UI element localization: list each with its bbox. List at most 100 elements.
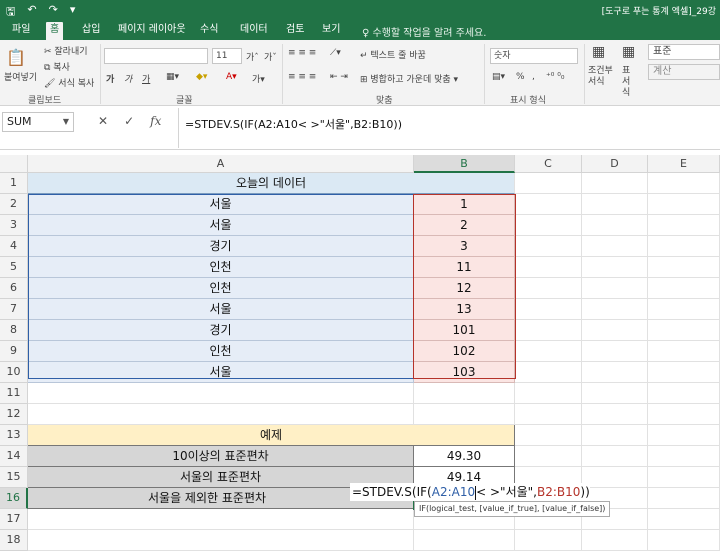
grid-cell[interactable] [648,446,720,467]
accounting-icon[interactable]: ▤▾ [492,72,505,82]
fill-color-icon[interactable]: ◆▾ [196,72,207,82]
tell-me-box[interactable]: ♀ 수행할 작업을 알려 주세요. [362,24,486,39]
grid-cell[interactable] [582,446,648,467]
bold-button[interactable]: 가 [106,72,114,85]
row-header-1[interactable]: 1 [0,173,28,194]
region-cell[interactable]: 서울 [28,215,414,236]
row-header-18[interactable]: 18 [0,530,28,551]
region-cell[interactable]: 서울 [28,194,414,215]
grid-cell[interactable] [515,425,582,446]
column-header-d[interactable]: D [582,155,648,173]
grid-cell[interactable] [582,236,648,257]
row-header-14[interactable]: 14 [0,446,28,467]
number-format-select[interactable]: 숫자 [490,48,578,64]
grid-cell[interactable] [648,530,720,551]
paste-button[interactable]: 붙여넣기 [4,70,37,83]
font-color-icon[interactable]: A▾ [226,72,237,82]
tab-view[interactable]: 보기 [318,23,344,40]
row-header-6[interactable]: 6 [0,278,28,299]
style-normal[interactable]: 표준 [648,44,720,60]
grid-cell[interactable] [515,278,582,299]
percent-button[interactable]: % [516,72,525,82]
grid-cell[interactable] [515,362,582,383]
row-header-5[interactable]: 5 [0,257,28,278]
align-top-icon[interactable]: ≡ ≡ ≡ [288,48,316,58]
grid-cell[interactable] [515,446,582,467]
format-painter-button[interactable]: 🖌 서식 복사 [44,76,94,89]
row-header-17[interactable]: 17 [0,509,28,530]
grid-cell[interactable] [515,404,582,425]
grid-cell[interactable] [582,341,648,362]
region-cell[interactable]: 서울 [28,362,414,383]
cut-button[interactable]: ✂ 잘라내기 [44,44,88,57]
grid-cell[interactable] [648,425,720,446]
grid-cell[interactable] [414,383,515,404]
row-header-11[interactable]: 11 [0,383,28,404]
grid-cell[interactable] [582,383,648,404]
grid-cell[interactable] [648,257,720,278]
value-cell[interactable]: 12 [414,278,515,299]
grid-cell[interactable] [515,173,582,194]
comma-button[interactable]: , [532,72,535,82]
table-format-button[interactable]: 표 서식 [622,66,638,99]
tab-review[interactable]: 검토 [282,23,308,40]
copy-button[interactable]: ⧉ 복사 [44,60,70,73]
grid-cell[interactable] [648,299,720,320]
grid-cell[interactable] [515,299,582,320]
row-header-3[interactable]: 3 [0,215,28,236]
grid-cell[interactable] [515,215,582,236]
underline-button[interactable]: 가 [142,72,150,85]
row-header-9[interactable]: 9 [0,341,28,362]
grid-cell[interactable] [648,509,720,530]
indent-icon[interactable]: ⇤ ⇥ [330,72,348,82]
tab-insert[interactable]: 삽입 [78,23,104,40]
grid-cell[interactable] [582,530,648,551]
tab-home[interactable]: 홈 [46,22,64,40]
phonetic-icon[interactable]: 가▾ [252,72,265,85]
grid-cell[interactable] [648,194,720,215]
select-all-corner[interactable] [0,155,28,173]
cancel-icon[interactable]: ✕ [98,114,108,128]
grid-cell[interactable] [414,404,515,425]
example-title[interactable]: 예제 [28,425,515,446]
row-header-15[interactable]: 15 [0,467,28,488]
table-format-icon[interactable]: ▦ [622,44,635,60]
grid-cell[interactable] [582,320,648,341]
row-header-13[interactable]: 13 [0,425,28,446]
paste-icon[interactable]: 📋 [6,48,26,67]
grid-cell[interactable] [515,236,582,257]
grid-cell[interactable] [648,362,720,383]
border-icon[interactable]: ▦▾ [166,72,179,82]
align-left-icon[interactable]: ≡ ≡ ≡ [288,72,316,82]
row-header-16[interactable]: 16 [0,488,28,509]
row-header-12[interactable]: 12 [0,404,28,425]
italic-button[interactable]: 가 [124,72,132,85]
grid-cell[interactable] [28,383,414,404]
conditional-format-icon[interactable]: ▦ [592,44,605,60]
value-cell[interactable]: 2 [414,215,515,236]
enter-icon[interactable]: ✓ [124,114,134,128]
data-table-title[interactable]: 오늘의 데이터 [28,173,515,194]
grid-cell[interactable] [582,278,648,299]
in-cell-formula[interactable]: =STDEV.S(IF(A2:A10< >"서울",B2:B10)) [350,483,590,501]
example-value[interactable]: 49.30 [414,446,515,467]
name-box[interactable]: SUM ▼ [2,112,74,132]
region-cell[interactable]: 인천 [28,278,414,299]
grid-cell[interactable] [648,488,720,509]
value-cell[interactable]: 13 [414,299,515,320]
row-header-7[interactable]: 7 [0,299,28,320]
grid-cell[interactable] [648,173,720,194]
region-cell[interactable]: 경기 [28,236,414,257]
grid-cell[interactable] [515,341,582,362]
tab-file[interactable]: 파일 [8,23,34,40]
row-header-4[interactable]: 4 [0,236,28,257]
grid-cell[interactable] [515,257,582,278]
grid-cell[interactable] [582,362,648,383]
wrap-text-button[interactable]: ↵ 텍스트 줄 바꿈 [360,48,426,61]
decimal-icon[interactable]: ⁺⁰ ⁰₀ [546,72,564,82]
conditional-format-button[interactable]: 조건부 서식 [588,66,616,88]
grid-cell[interactable] [582,404,648,425]
region-cell[interactable]: 인천 [28,257,414,278]
grid-cell[interactable] [28,404,414,425]
formula-input[interactable]: =STDEV.S(IF(A2:A10< >"서울",B2:B10)) [178,108,720,148]
